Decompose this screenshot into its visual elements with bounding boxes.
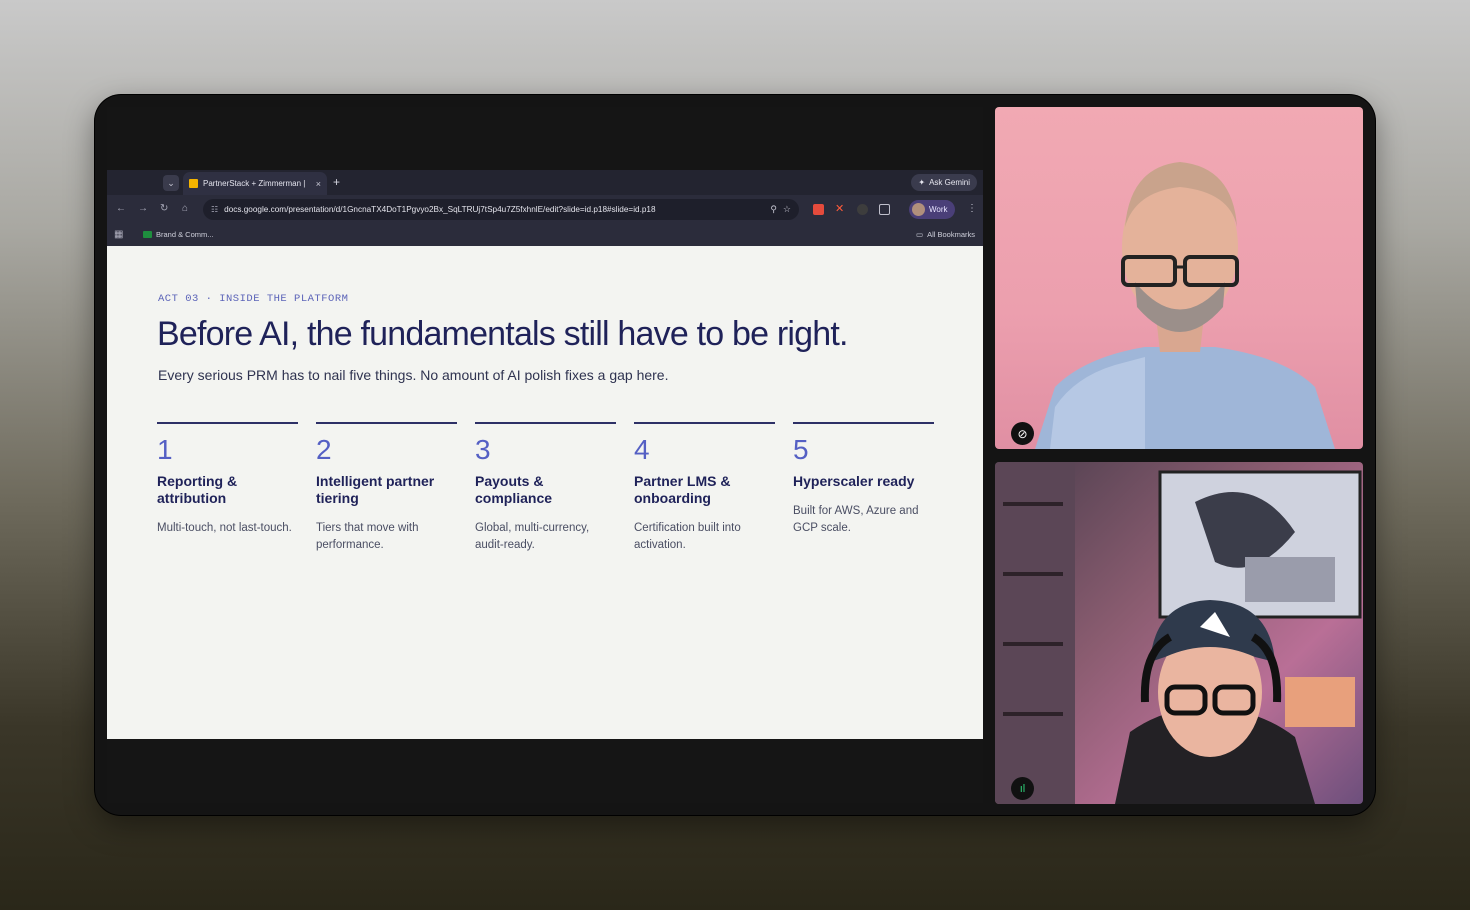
- extensions-puzzle-icon[interactable]: [879, 204, 890, 215]
- browser-tab[interactable]: PartnerStack + Zimmerman | ×: [183, 172, 327, 195]
- bookmark-star-icon[interactable]: ☆: [783, 204, 791, 215]
- pillar-number: 3: [475, 434, 491, 465]
- tab-search-icon[interactable]: ⌄: [163, 175, 179, 191]
- extension-icon[interactable]: [813, 204, 824, 215]
- speaking-indicator-icon: ıl: [1011, 777, 1034, 800]
- forward-icon[interactable]: →: [138, 203, 148, 215]
- pillar-title: Payouts & compliance: [475, 473, 553, 506]
- close-tab-icon[interactable]: ×: [316, 179, 321, 189]
- slides-favicon-icon: [189, 179, 198, 188]
- tab-title: PartnerStack + Zimmerman |: [203, 179, 306, 188]
- participant-video-tile[interactable]: ⊘: [995, 107, 1363, 449]
- folder-icon: ▭: [915, 230, 924, 239]
- pillar-description: Global, multi-currency, audit-ready.: [475, 522, 590, 551]
- apps-grid-icon[interactable]: ▦: [114, 229, 123, 240]
- extension-circle-icon[interactable]: [857, 204, 868, 215]
- pillar-title: Reporting & attribution: [157, 473, 238, 506]
- slide-eyebrow: ACT 03 · INSIDE THE PLATFORM: [158, 293, 349, 305]
- site-info-icon[interactable]: ☷: [211, 205, 218, 214]
- pillar-column: 5 Hyperscaler ready Built for AWS, Azure…: [793, 422, 934, 536]
- pillar-number: 2: [316, 434, 332, 465]
- ask-gemini-label: Ask Gemini: [929, 178, 970, 187]
- participant-video-tile[interactable]: ıl: [995, 462, 1363, 804]
- pillar-title: Intelligent partner tiering: [316, 473, 435, 506]
- pillar-description: Tiers that move with performance.: [316, 522, 419, 551]
- presentation-slide: ACT 03 · INSIDE THE PLATFORM Before AI, …: [107, 246, 983, 739]
- column-divider: [475, 422, 616, 424]
- participant-video: [995, 462, 1362, 804]
- menu-kebab-icon[interactable]: ⋮: [967, 203, 977, 214]
- pillar-column: 3 Payouts & compliance Global, multi-cur…: [475, 422, 616, 553]
- bookmark-favicon-icon: [143, 231, 152, 238]
- meeting-window: ⌄ PartnerStack + Zimmerman | × + ✦ Ask G…: [95, 95, 1375, 815]
- pillar-description: Multi-touch, not last-touch.: [157, 522, 292, 534]
- new-tab-button[interactable]: +: [333, 175, 340, 189]
- column-divider: [157, 422, 298, 424]
- tab-bar: ⌄ PartnerStack + Zimmerman | × + ✦ Ask G…: [107, 170, 983, 195]
- pillar-column: 1 Reporting & attribution Multi-touch, n…: [157, 422, 298, 537]
- column-divider: [316, 422, 457, 424]
- profile-label: Work: [929, 205, 948, 214]
- slide-subtitle: Every serious PRM has to nail five thing…: [158, 367, 669, 383]
- column-divider: [793, 422, 934, 424]
- pillar-title: Partner LMS & onboarding: [634, 473, 731, 506]
- zoom-icon[interactable]: ⚲: [770, 204, 777, 215]
- avatar: [912, 203, 925, 216]
- address-bar[interactable]: ☷ docs.google.com/presentation/d/1GncnaT…: [203, 199, 799, 220]
- all-bookmarks-button[interactable]: ▭ All Bookmarks: [916, 230, 975, 239]
- bookmark-label: Brand & Comm...: [156, 230, 214, 239]
- bookmarks-bar: ▦ Brand & Comm... ▭ All Bookmarks: [107, 225, 983, 246]
- pillar-column: 2 Intelligent partner tiering Tiers that…: [316, 422, 457, 553]
- mic-off-icon: ⊘: [1011, 422, 1034, 445]
- ask-gemini-button[interactable]: ✦ Ask Gemini: [911, 174, 977, 191]
- home-icon[interactable]: ⌂: [182, 203, 188, 215]
- screen-share: ⌄ PartnerStack + Zimmerman | × + ✦ Ask G…: [107, 107, 983, 803]
- url-text: docs.google.com/presentation/d/1GncnaTX4…: [224, 205, 656, 214]
- slide-headline: Before AI, the fundamentals still have t…: [157, 315, 848, 353]
- pillar-number: 4: [634, 434, 650, 465]
- browser-chrome: ⌄ PartnerStack + Zimmerman | × + ✦ Ask G…: [107, 170, 983, 246]
- all-bookmarks-label: All Bookmarks: [927, 230, 975, 239]
- column-divider: [634, 422, 775, 424]
- sparkle-icon: ✦: [918, 178, 926, 187]
- browser-toolbar: ← → ↻ ⌂ ☷ docs.google.com/presentation/d…: [107, 195, 983, 225]
- reload-icon[interactable]: ↻: [160, 203, 168, 215]
- pillar-number: 1: [157, 434, 173, 465]
- profile-button[interactable]: Work: [909, 200, 955, 219]
- pillar-column: 4 Partner LMS & onboarding Certification…: [634, 422, 775, 553]
- pillar-title: Hyperscaler ready: [793, 473, 915, 489]
- pillar-number: 5: [793, 434, 809, 465]
- pillar-description: Certification built into activation.: [634, 522, 741, 551]
- back-icon[interactable]: ←: [116, 203, 126, 215]
- bookmark-item[interactable]: Brand & Comm...: [143, 230, 214, 239]
- pillar-description: Built for AWS, Azure and GCP scale.: [793, 505, 919, 534]
- close-extension-icon[interactable]: ✕: [835, 204, 846, 215]
- participant-video: [1035, 162, 1335, 449]
